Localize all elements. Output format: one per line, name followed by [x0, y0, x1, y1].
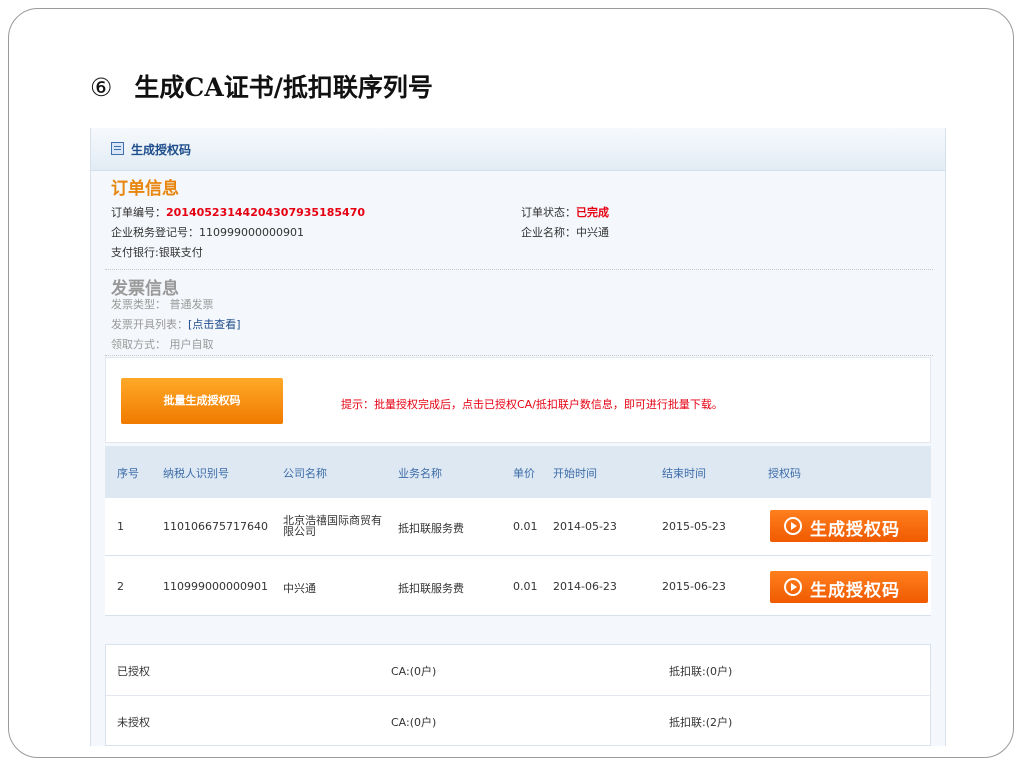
col-header-taxpayer-id: 纳税人识别号: [163, 467, 229, 480]
tax-reg-label: 企业税务登记号：: [111, 226, 199, 239]
row-taxpayer-id: 110106675717640: [163, 520, 268, 533]
row-start-date: 2014-06-23: [553, 580, 617, 593]
row-end-date: 2015-06-23: [662, 580, 726, 593]
col-header-company: 公司名称: [283, 467, 327, 480]
generate-button-label: 生成授权码: [810, 581, 900, 601]
tax-reg-value: 110999000000901: [199, 226, 304, 239]
pickup-method: 领取方式： 用户自取: [111, 338, 214, 351]
col-header-service: 业务名称: [398, 467, 442, 480]
order-status-row: 订单状态：已完成: [521, 204, 609, 220]
company-name-label: 企业名称：: [521, 226, 576, 239]
unauthorized-deduction-count[interactable]: 抵扣联:(2户): [669, 714, 732, 730]
slide-title: ⑥ 生成CA证书/抵扣联序列号: [90, 68, 433, 104]
company-name-value: 中兴通: [576, 226, 609, 239]
row-taxpayer-id: 110999000000901: [163, 580, 268, 593]
authorization-panel: 生成授权码 订单信息 订单编号：201405231442043079351854…: [90, 128, 946, 746]
row-price: 0.01: [513, 520, 538, 533]
divider: [105, 355, 933, 356]
row-company: 北京浩禧国际商贸有限公司: [283, 514, 382, 538]
unauthorized-label: 未授权: [117, 716, 150, 729]
batch-hint: 提示：批量授权完成后，点击已授权CA/抵扣联户数信息，即可进行批量下载。: [341, 398, 723, 411]
row-price: 0.01: [513, 580, 538, 593]
row-service: 抵扣联服务费: [398, 522, 464, 535]
invoice-list-link[interactable]: [点击查看]: [188, 318, 241, 331]
invoice-list-row: 发票开具列表：[点击查看]: [111, 316, 241, 332]
col-header-end: 结束时间: [662, 467, 706, 480]
unauthorized-ca-count[interactable]: CA:(0户): [391, 714, 436, 730]
authorization-summary: [105, 644, 931, 746]
generate-auth-code-button[interactable]: 生成授权码: [770, 571, 928, 603]
order-status-value: 已完成: [576, 206, 609, 219]
col-header-start: 开始时间: [553, 467, 597, 480]
invoice-type: 发票类型： 普通发票: [111, 298, 214, 311]
invoice-list-label: 发票开具列表：: [111, 318, 188, 331]
slide-title-text: 生成CA证书/抵扣联序列号: [134, 73, 433, 102]
panel-title: 生成授权码: [131, 143, 192, 157]
authorized-label: 已授权: [117, 665, 150, 678]
row-end-date: 2015-05-23: [662, 520, 726, 533]
row-index: 1: [117, 520, 124, 533]
order-status-label: 订单状态：: [521, 206, 576, 219]
order-number-value: 20140523144204307935185470: [166, 206, 365, 219]
authorized-deduction-count[interactable]: 抵扣联:(0户): [669, 663, 732, 679]
divider: [106, 695, 930, 696]
col-header-auth-code: 授权码: [768, 467, 801, 480]
row-index: 2: [117, 580, 124, 593]
col-header-price: 单价: [513, 467, 535, 480]
row-start-date: 2014-05-23: [553, 520, 617, 533]
row-service: 抵扣联服务费: [398, 582, 464, 595]
col-header-index: 序号: [117, 467, 139, 480]
list-icon: [111, 142, 124, 155]
divider: [105, 269, 933, 270]
generate-button-label: 生成授权码: [810, 520, 900, 540]
payment-bank: 支付银行:银联支付: [111, 246, 203, 259]
company-name-row: 企业名称：中兴通: [521, 224, 609, 240]
play-circle-icon: [784, 517, 802, 535]
batch-generate-button[interactable]: 批量生成授权码: [121, 378, 283, 424]
step-number: ⑥: [90, 73, 113, 102]
order-number-label: 订单编号：: [111, 206, 166, 219]
play-circle-icon: [784, 578, 802, 596]
panel-header: 生成授权码: [91, 128, 945, 171]
order-section-title: 订单信息: [111, 179, 179, 199]
tax-reg-row: 企业税务登记号：110999000000901: [111, 224, 304, 240]
authorized-ca-count[interactable]: CA:(0户): [391, 663, 436, 679]
generate-auth-code-button[interactable]: 生成授权码: [770, 510, 928, 542]
row-company: 中兴通: [283, 582, 316, 595]
order-number-row: 订单编号：20140523144204307935185470: [111, 204, 365, 220]
